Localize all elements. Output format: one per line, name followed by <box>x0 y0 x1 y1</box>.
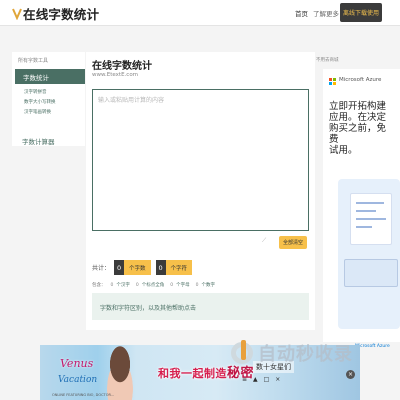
card-line <box>356 218 386 220</box>
card-line <box>356 226 372 228</box>
ad-slogan-text: 和我一起制造 <box>158 367 227 380</box>
ad-game-title: Venus <box>60 357 94 370</box>
ad-character-image <box>100 345 140 400</box>
ad-copy: 立即开拓构建 应用。在决定 购买之前，免费 试用。 <box>329 101 393 156</box>
breakdown-unit: 个标点全角 <box>141 283 165 288</box>
watermark-logo-icon <box>229 340 255 366</box>
ad-control-icons[interactable]: ≡▲□× <box>242 376 286 383</box>
help-link[interactable]: 字数和字符区别，以及其他帮助点击 <box>100 303 196 312</box>
microsoft-logo-icon <box>329 78 336 85</box>
clear-all-button[interactable]: 全部清空 <box>279 236 307 249</box>
card-line <box>356 210 376 212</box>
page-title: 在线字数统计 <box>92 61 152 72</box>
watermark: 自动秒收录 <box>229 338 381 368</box>
breakdown-value: 0 <box>170 282 174 288</box>
sidebar-item-calculator[interactable]: 字数计算器 <box>22 136 55 146</box>
top-navbar: 在线字数统计 首页 了解更多 离线下载使用 <box>0 0 400 26</box>
letter-count-unit: 个字符 <box>165 260 193 275</box>
help-info-box: 字数和字符区别，以及其他帮助点击 <box>92 293 309 320</box>
sidebar-subitem-stroke[interactable]: 汉字笔画转换 <box>24 109 51 115</box>
ad-copy-line: 试用。 <box>329 145 358 156</box>
azure-ad[interactable]: Microsoft Azure 立即开拓构建 应用。在决定 购买之前，免费 试用… <box>323 69 400 349</box>
ad-copy-line: 应用。在决定 <box>329 112 387 123</box>
site-logo[interactable]: 在线字数统计 <box>12 5 100 22</box>
sidebar-subitem-pinyin[interactable]: 汉字转拼音 <box>24 89 47 95</box>
text-input-area[interactable] <box>92 89 309 231</box>
nav-home-link[interactable]: 首页 <box>295 8 308 18</box>
ad-copy-line: 购买之前，免费 <box>329 123 387 145</box>
stats-bar: 共计： 0 个字数 0 个字符 <box>92 260 197 275</box>
breakdown-unit: 个字母 <box>176 283 190 288</box>
logo-icon <box>12 8 22 20</box>
letter-count-value: 0 <box>155 260 166 275</box>
ad-game-subtitle: Vacation <box>58 375 98 385</box>
sidebar-item-word-count[interactable]: 字数统计 <box>15 69 85 84</box>
char-count-value: 0 <box>114 260 125 275</box>
breakdown-unit: 个数字 <box>201 283 216 288</box>
ad-product-image <box>338 179 400 329</box>
breakdown-row: 包含： 0 个汉字 0 个标点全角 0 个字母 0 个数字 <box>92 282 221 289</box>
ad-laptop-image <box>344 259 398 287</box>
breakdown-value: 0 <box>110 282 114 288</box>
char-count-unit: 个字数 <box>124 260 151 275</box>
breakdown-value: 0 <box>135 282 139 288</box>
breakdown-unit: 个汉字 <box>116 283 130 288</box>
ad-label: 不用去商城 <box>316 58 339 63</box>
logo-text: 在线字数统计 <box>23 6 100 22</box>
watermark-text: 自动秒收录 <box>258 344 353 365</box>
stats-label: 共计： <box>92 265 111 272</box>
download-offline-button[interactable]: 离线下载使用 <box>340 3 382 22</box>
resize-grip-icon[interactable]: ⟋ <box>262 237 266 245</box>
watermark-bar <box>241 340 246 360</box>
ad-brand: Microsoft Azure <box>339 77 382 83</box>
sidebar-subitem-number-case[interactable]: 数字大小写转换 <box>24 99 56 105</box>
close-icon[interactable]: × <box>346 370 355 379</box>
breakdown-label: 包含： <box>92 283 106 288</box>
ad-dashboard-card <box>350 193 392 245</box>
tools-sidebar: 所有字数工具 字数统计 汉字转拼音 数字大小写转换 汉字笔画转换 字数计算器 <box>12 52 85 146</box>
nav-more-link[interactable]: 了解更多 <box>313 8 339 18</box>
site-url: www.EtextE.com <box>92 72 139 78</box>
breakdown-value: 0 <box>195 282 199 288</box>
ad-small-print: ONLINE FEATURING BIO, DOCTOR... <box>52 393 115 397</box>
ad-copy-line: 立即开拓构建 <box>329 101 387 112</box>
right-ad-column: 不用去商城 Microsoft Azure 立即开拓构建 应用。在决定 购买之前… <box>316 52 400 349</box>
sidebar-title: 所有字数工具 <box>18 58 49 64</box>
main-panel: 在线字数统计 www.EtextE.com ⟋ 全部清空 共计： 0 个字数 0… <box>86 52 315 330</box>
card-line <box>356 202 384 204</box>
